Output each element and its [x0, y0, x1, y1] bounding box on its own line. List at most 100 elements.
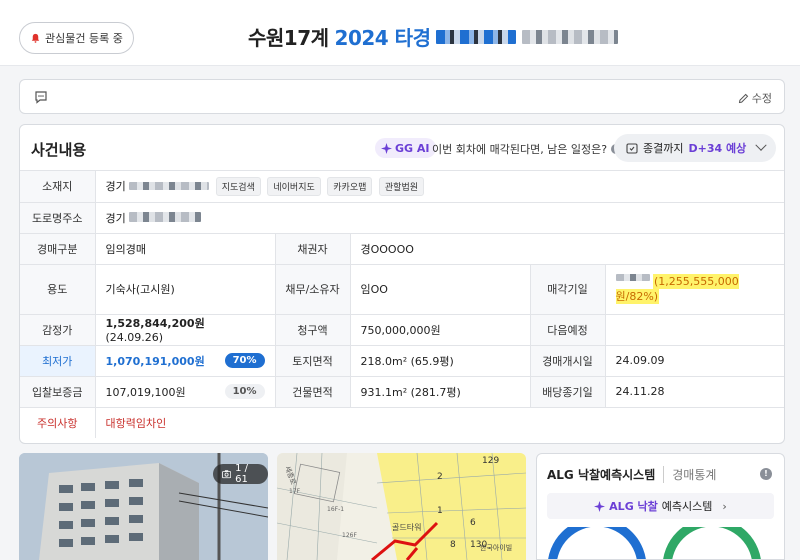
map-parcel-label: 129 [482, 456, 499, 466]
debtor-value: 임OO [350, 264, 531, 315]
map-floor-label: 16F-1 [327, 506, 344, 513]
alg-gauge-preview [548, 527, 761, 559]
redacted-case-number [436, 29, 517, 44]
map-place-label: 골드타워 [392, 523, 421, 532]
memo-bar[interactable]: 수정 [19, 79, 785, 114]
road-address-cell: 경기 [95, 202, 784, 234]
ai-question-text: 이번 회차에 매각된다면, 남은 일정은? [432, 143, 608, 156]
redacted-case-suffix [522, 29, 619, 44]
use-value: 기숙사(고시원) [95, 264, 276, 315]
expect-prefix: 종결까지 [643, 142, 684, 155]
caution-label: 주의사항 [20, 407, 96, 438]
table-row: 감정가 1,528,844,200원 (24.09.26) 청구액 750,00… [20, 314, 784, 346]
ai-badge[interactable]: GG AI [375, 138, 436, 158]
alg-button-rest: 예측시스템 [661, 500, 713, 513]
deposit-pct-badge: 10% [224, 383, 265, 399]
watch-toggle-button[interactable]: 관심물건 등록 중 [19, 22, 134, 54]
dividend-deadline-label: 배당종기일 [530, 376, 606, 408]
auction-type-label: 경매구분 [20, 233, 96, 265]
road-address-label: 도로명주소 [20, 202, 96, 234]
appraisal-cell: 1,528,844,200원 (24.09.26) [95, 314, 276, 346]
deposit-value: 107,019,100원 [105, 385, 186, 399]
kakao-map-chip[interactable]: 카카오맵 [327, 176, 373, 196]
photo-count-text: 1 / 61 [235, 463, 249, 485]
dividend-deadline-value: 24.11.28 [605, 376, 784, 408]
case-info-header: 사건내용 GG AI 이번 회차에 매각된다면, 남은 일정은? ! 종결까지 … [20, 125, 784, 171]
caution-value[interactable]: 대항력임차인 [95, 407, 784, 438]
claim-label: 청구액 [275, 314, 351, 346]
location-map[interactable]: 129 2 1 6 8 130 17F 16F-1 126F 골드타워 세종로 … [277, 453, 526, 560]
top-bar: 관심물건 등록 중 수원17계 2024 타경 [0, 0, 800, 66]
table-row: 도로명주소 경기 [20, 202, 784, 234]
case-year-type: 2024 타경 [334, 26, 431, 50]
table-row: 주의사항 대항력임차인 [20, 407, 784, 438]
appraisal-label: 감정가 [20, 314, 96, 346]
creditor-value: 경OOOOO [350, 233, 784, 265]
chevron-right-icon: › [722, 499, 727, 513]
case-number-title: 수원17계 2024 타경 [248, 22, 619, 51]
table-row: 용도 기숙사(고시원) 채무/소유자 임OO 매각기일 (1,255,555,0… [20, 264, 784, 315]
memo-edit-label: 수정 [751, 92, 772, 105]
case-info-title: 사건내용 [31, 141, 87, 159]
chevron-down-icon [755, 139, 767, 151]
court-division: 수원17계 [248, 26, 329, 50]
deposit-cell: 107,019,100원 10% [95, 376, 276, 408]
claim-value: 750,000,000원 [350, 314, 531, 346]
cadastral-map: 129 2 1 6 8 130 17F 16F-1 126F 골드타워 세종로 … [277, 453, 526, 560]
table-row: 최저가 1,070,191,000원 70% 토지면적 218.0m² (65.9… [20, 345, 784, 377]
alg-subtitle[interactable]: 경매통계 [663, 466, 716, 483]
pencil-icon [738, 93, 748, 103]
map-place2-label: 한국아이빌 [480, 543, 512, 552]
min-price-cell: 1,070,191,000원 70% [95, 345, 276, 377]
start-date-label: 경매개시일 [530, 345, 606, 377]
sale-date-cell: (1,255,555,000원/82%) [605, 264, 784, 315]
land-area-label: 토지면적 [275, 345, 351, 377]
alg-prediction-panel: ALG 낙찰예측시스템 경매통계 ! ALG 낙찰 예측시스템 › [536, 453, 785, 560]
court-chip[interactable]: 관할법원 [378, 176, 425, 196]
next-schedule-value [605, 314, 784, 346]
map-floor-label: 17F [289, 488, 301, 495]
creditor-label: 채권자 [275, 233, 351, 265]
appraisal-value: 1,528,844,200원 [105, 317, 205, 330]
alg-info-icon[interactable]: ! [760, 468, 772, 480]
memo-edit-button[interactable]: 수정 [738, 90, 772, 106]
photo-counter: 1 / 61 [213, 463, 268, 485]
redacted-road-address [129, 211, 202, 222]
use-label: 용도 [20, 264, 96, 315]
location-value-cell: 경기 지도검색 네이버지도 카카오맵 관할법원 [95, 171, 784, 203]
building-area-value: 931.1m² (281.7평) [350, 376, 531, 408]
alg-title[interactable]: ALG 낙찰예측시스템 [547, 466, 655, 483]
ai-question: 이번 회차에 매각된다면, 남은 일정은? ! [432, 141, 622, 157]
expected-completion-dropdown[interactable]: 종결까지 D+34 예상 [614, 134, 776, 162]
min-price-value: 1,070,191,000원 [105, 354, 205, 368]
calendar-check-icon [626, 143, 638, 154]
map-floor-label: 126F [342, 532, 357, 539]
alg-prediction-button[interactable]: ALG 낙찰 예측시스템 › [547, 493, 774, 519]
location-label: 소재지 [20, 171, 96, 203]
table-row: 소재지 경기 지도검색 네이버지도 카카오맵 관할법원 [20, 171, 784, 203]
start-date-value: 24.09.09 [605, 345, 784, 377]
deposit-label: 입찰보증금 [20, 376, 96, 408]
case-info-card: 사건내용 GG AI 이번 회차에 매각된다면, 남은 일정은? ! 종결까지 … [19, 124, 785, 444]
map-parcel-label: 2 [437, 472, 443, 482]
alg-header: ALG 낙찰예측시스템 경매통계 [547, 466, 716, 483]
next-schedule-label: 다음예정 [530, 314, 606, 346]
table-row: 경매구분 임의경매 채권자 경OOOOO [20, 233, 784, 265]
bell-icon [31, 33, 40, 43]
auction-type-value: 임의경매 [95, 233, 276, 265]
map-parcel-label: 1 [437, 506, 443, 516]
map-search-chip[interactable]: 지도검색 [215, 176, 261, 196]
location-value: 경기 [105, 179, 126, 193]
land-area-value: 218.0m² (65.9평) [350, 345, 531, 377]
min-price-pct-badge: 70% [224, 352, 265, 368]
alg-button-brand: ALG 낙찰 [609, 500, 658, 513]
comment-icon [35, 91, 47, 104]
expect-value: D+34 예상 [688, 142, 747, 155]
ai-badge-label: GG AI [395, 141, 430, 155]
property-photo[interactable]: 1 / 61 [19, 453, 268, 560]
sparkle-icon [381, 142, 392, 154]
camera-icon [222, 470, 232, 479]
naver-map-chip[interactable]: 네이버지도 [267, 176, 321, 196]
redacted-sale-date [615, 274, 650, 281]
road-address-value: 경기 [105, 211, 126, 225]
